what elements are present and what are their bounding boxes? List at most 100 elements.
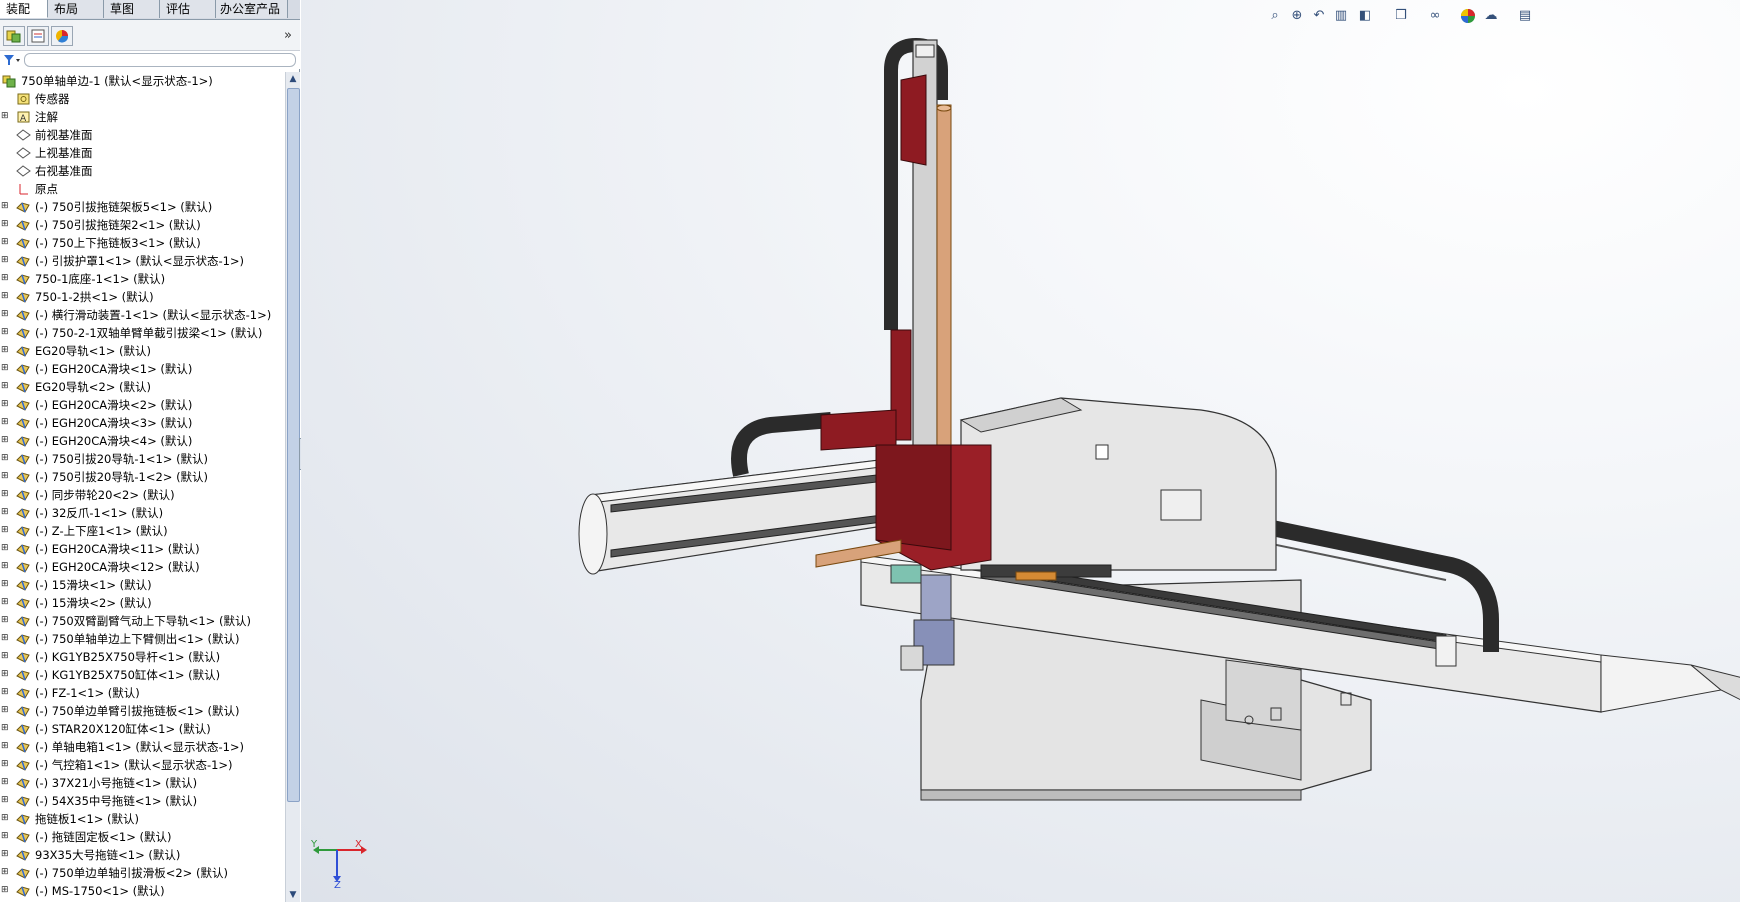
tree-item-label: (-) 横行滑动装置-1<1> (默认<显示状态-1>) bbox=[35, 308, 272, 322]
expand-toggle-icon[interactable]: ⊞ bbox=[1, 454, 9, 463]
tree-item-label: (-) EGH20CA滑块<1> (默认) bbox=[35, 362, 193, 376]
part-icon bbox=[16, 886, 30, 897]
expand-toggle-icon[interactable]: ⊞ bbox=[1, 850, 9, 859]
part-icon bbox=[16, 832, 30, 843]
part-icon bbox=[16, 508, 30, 519]
tree-item-label: (-) 气控箱1<1> (默认<显示状态-1>) bbox=[35, 758, 233, 772]
expand-toggle-icon[interactable]: ⊞ bbox=[1, 616, 9, 625]
expand-toggle-icon[interactable]: ⊞ bbox=[1, 760, 9, 769]
drive-housing bbox=[959, 397, 1277, 581]
part-icon bbox=[16, 634, 30, 645]
tree-item-label: (-) 750引拔20导轨-1<2> (默认) bbox=[35, 470, 209, 484]
triad-y-label: Y bbox=[311, 839, 318, 850]
tree-filter-bar bbox=[0, 51, 300, 69]
expand-toggle-icon[interactable]: ⊞ bbox=[1, 382, 9, 391]
part-icon bbox=[16, 202, 30, 213]
expand-toggle-icon[interactable]: ⊞ bbox=[1, 310, 9, 319]
tab-evaluate[interactable]: 评估 bbox=[160, 0, 216, 18]
tree-item-label: (-) 750引拔拖链架板5<1> (默认) bbox=[35, 200, 213, 214]
tree-item-label: (-) 单轴电箱1<1> (默认<显示状态-1>) bbox=[35, 740, 245, 754]
plane-icon bbox=[16, 165, 31, 177]
tree-item-label: (-) Z-上下座1<1> (默认) bbox=[35, 524, 168, 538]
sensor-icon bbox=[17, 93, 30, 105]
expand-toggle-icon[interactable]: ⊞ bbox=[1, 490, 9, 499]
graphics-viewport[interactable]: ⌕ ⊕ ↶ ▥ ◧ ❒ ∞ ☁ ▤ X Y Z bbox=[301, 0, 1740, 902]
tree-item-label: (-) 拖链固定板<1> (默认) bbox=[35, 830, 172, 844]
tree-filter-input[interactable] bbox=[24, 53, 296, 67]
expand-toggle-icon[interactable]: ⊞ bbox=[1, 688, 9, 697]
expand-toggle-icon[interactable]: ⊞ bbox=[1, 796, 9, 805]
expand-toggle-icon[interactable]: ⊞ bbox=[1, 472, 9, 481]
expand-toggle-icon[interactable]: ⊞ bbox=[1, 634, 9, 643]
tree-item-label: (-) FZ-1<1> (默认) bbox=[35, 686, 140, 700]
expand-toggle-icon[interactable]: ⊞ bbox=[1, 724, 9, 733]
tree-item-label: (-) 15滑块<1> (默认) bbox=[35, 578, 152, 592]
plane-icon bbox=[16, 129, 31, 141]
part-icon bbox=[16, 364, 30, 375]
expand-toggle-icon[interactable]: ⊞ bbox=[1, 706, 9, 715]
expand-toggle-icon[interactable]: ⊞ bbox=[1, 238, 9, 247]
part-icon bbox=[16, 238, 30, 249]
filter-icon[interactable] bbox=[2, 53, 22, 67]
expand-toggle-icon[interactable]: ⊞ bbox=[1, 868, 9, 877]
expand-toggle-icon[interactable]: ⊞ bbox=[1, 526, 9, 535]
expand-toggle-icon[interactable]: ⊞ bbox=[1, 778, 9, 787]
expand-toggle-icon[interactable]: ⊞ bbox=[1, 544, 9, 553]
expand-toggle-icon[interactable]: ⊞ bbox=[1, 292, 9, 301]
3d-model-view[interactable] bbox=[301, 0, 1740, 902]
expand-toggle-icon[interactable]: ⊞ bbox=[1, 328, 9, 337]
expand-toggle-icon[interactable]: ⊞ bbox=[1, 400, 9, 409]
tree-item-label: (-) EGH20CA滑块<11> (默认) bbox=[35, 542, 200, 556]
tree-item-label: 原点 bbox=[35, 182, 58, 196]
expand-toggle-icon[interactable]: ⊞ bbox=[1, 418, 9, 427]
expand-toggle-icon[interactable]: ⊞ bbox=[1, 202, 9, 211]
expand-toggle-icon[interactable]: ⊞ bbox=[1, 346, 9, 355]
expand-toggle-icon[interactable]: ⊞ bbox=[1, 220, 9, 229]
tree-item-label: (-) 引拔护罩1<1> (默认<显示状态-1>) bbox=[35, 254, 245, 268]
expand-toggle-icon[interactable]: ⊞ bbox=[1, 508, 9, 517]
expand-toggle-icon[interactable]: ⊞ bbox=[1, 274, 9, 283]
tab-assembly[interactable]: 装配体 bbox=[0, 0, 48, 34]
tree-item-label: 前视基准面 bbox=[35, 128, 93, 142]
expand-toggle-icon[interactable]: ⊞ bbox=[1, 832, 9, 841]
feature-manager-tree-icon[interactable] bbox=[3, 26, 25, 46]
part-icon bbox=[16, 616, 30, 627]
tree-item-label: (-) EGH20CA滑块<4> (默认) bbox=[35, 434, 193, 448]
tab-layout[interactable]: 布局 bbox=[48, 0, 104, 18]
feature-tree: 750单轴单边-1 (默认<显示状态-1>) 传感器 ⊞ A 注解 前视基准面 上视基准面右… bbox=[0, 72, 284, 902]
expand-toggle-icon[interactable]: ⊞ bbox=[1, 598, 9, 607]
part-icon bbox=[16, 310, 30, 321]
expand-toggle-icon[interactable]: ⊞ bbox=[1, 670, 9, 679]
tree-scrollbar[interactable]: ▲ ▼ bbox=[285, 72, 300, 902]
tab-office-products[interactable]: 办公室产品 bbox=[216, 0, 288, 18]
display-manager-icon[interactable] bbox=[51, 26, 73, 46]
tree-item-label: (-) 37X21小号拖链<1> (默认) bbox=[35, 776, 198, 790]
expand-toggle-icon[interactable]: ⊞ bbox=[1, 886, 9, 895]
scroll-up-arrow-icon[interactable]: ▲ bbox=[286, 72, 300, 86]
expand-toggle-icon[interactable]: ⊞ bbox=[1, 652, 9, 661]
part-icon bbox=[16, 562, 30, 573]
tree-item-label: (-) 54X35中号拖链<1> (默认) bbox=[35, 794, 198, 808]
tree-item-label: EG20导轨<1> (默认) bbox=[35, 344, 152, 358]
expand-toggle-icon[interactable]: ⊞ bbox=[1, 814, 9, 823]
expand-toggle-icon[interactable]: ⊞ bbox=[1, 364, 9, 373]
expand-toggle-icon[interactable]: ⊞ bbox=[1, 436, 9, 445]
part-icon bbox=[16, 292, 30, 303]
expand-toggle-icon[interactable]: ⊞ bbox=[1, 742, 9, 751]
property-manager-icon[interactable] bbox=[27, 26, 49, 46]
expand-toggle-icon[interactable]: ⊞ bbox=[1, 112, 9, 121]
expand-toggle-icon[interactable]: ⊞ bbox=[1, 562, 9, 571]
expand-panel-button[interactable]: » bbox=[284, 28, 292, 43]
tree-item-label: 右视基准面 bbox=[35, 164, 93, 178]
part-icon bbox=[16, 796, 30, 807]
feature-manager-panel: 装配体 布局 草图 评估 办公室产品 » 750单轴单边-1 (默认<显示状态-… bbox=[0, 0, 300, 902]
tree-item-label: 750-1底座-1<1> (默认) bbox=[35, 272, 166, 286]
tab-sketch[interactable]: 草图 bbox=[104, 0, 160, 18]
tree-item-label: (-) MS-1750<1> (默认) bbox=[35, 884, 165, 898]
coordinate-triad: X Y Z bbox=[311, 836, 371, 892]
expand-toggle-icon[interactable]: ⊞ bbox=[1, 580, 9, 589]
expand-toggle-icon[interactable]: ⊞ bbox=[1, 256, 9, 265]
scroll-down-arrow-icon[interactable]: ▼ bbox=[286, 888, 300, 902]
tree-item-label: 750单轴单边-1 (默认<显示状态-1>) bbox=[21, 74, 213, 88]
tree-item-label: (-) 750单轴单边上下臂侧出<1> (默认) bbox=[35, 632, 240, 646]
